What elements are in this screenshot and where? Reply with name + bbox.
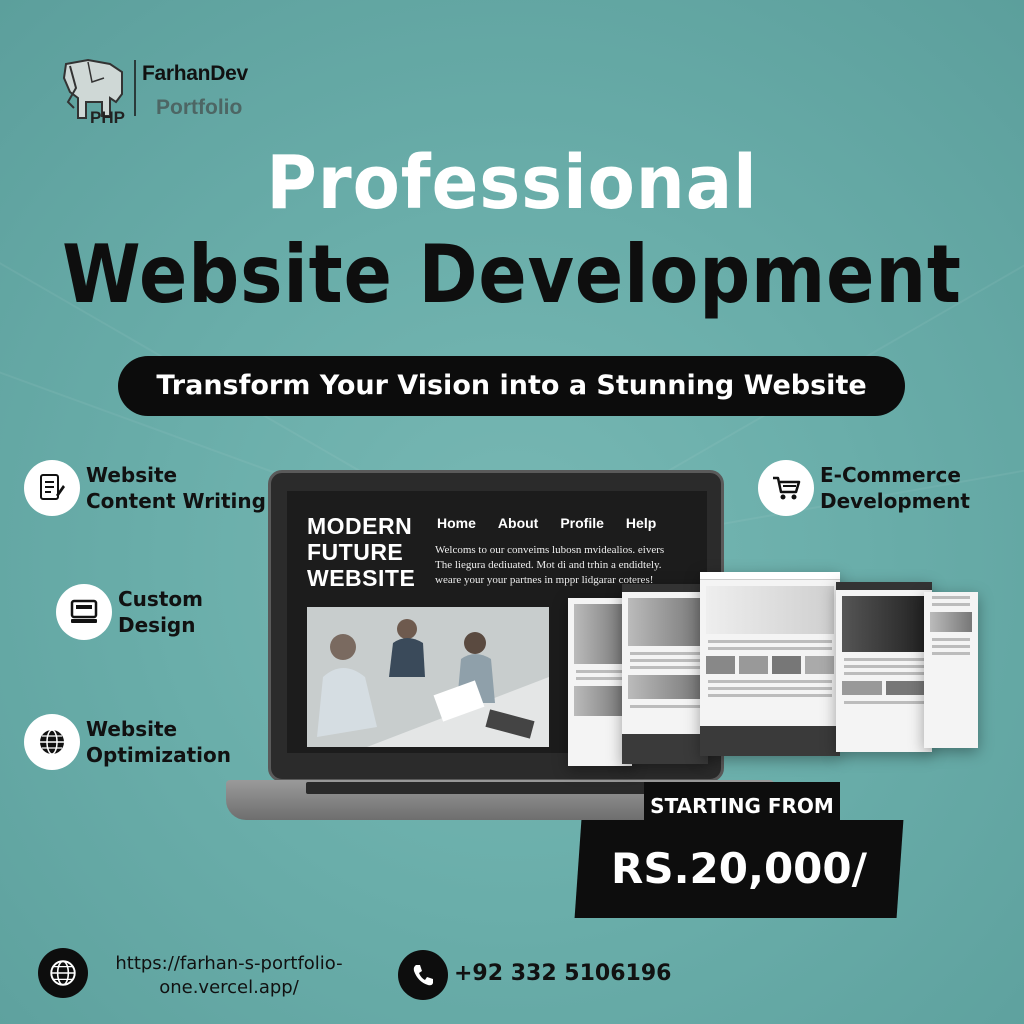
- brand-name: FarhanDev: [142, 62, 248, 85]
- monitor-icon: [70, 599, 98, 623]
- website-page-card: [700, 572, 840, 756]
- service-icon-circle: [24, 460, 80, 516]
- website-link-circle[interactable]: [38, 948, 88, 998]
- mockup-desc-line: The liegura dediuated. Mot di and trhin …: [435, 559, 662, 571]
- mockup-site-title: MODERN FUTURE WEBSITE: [307, 513, 415, 591]
- brand-subtitle: Portfolio: [156, 96, 243, 119]
- mockup-title-line: FUTURE: [307, 539, 404, 565]
- mockup-nav-about: About: [497, 515, 539, 531]
- mockup-title-line: MODERN: [307, 513, 413, 539]
- website-page-card: [622, 584, 708, 764]
- laptop-keyboard: [306, 782, 686, 794]
- headline-line2: Website Development: [62, 228, 962, 321]
- price-value-box: RS.20,000/: [574, 820, 904, 918]
- website-url-line: one.vercel.app/: [159, 977, 299, 998]
- service-label-line1: Website: [86, 463, 178, 487]
- service-content-writing: Website Content Writing: [24, 460, 266, 516]
- service-label-line1: Custom: [118, 587, 203, 611]
- mockup-meeting-photo: [307, 607, 549, 747]
- tagline-pill: Transform Your Vision into a Stunning We…: [118, 356, 905, 416]
- mockup-description: Welcoms to our conveims lubosn mvidealio…: [435, 543, 705, 588]
- phone-number[interactable]: +92 332 5106196: [454, 961, 671, 986]
- mockup-title-line: WEBSITE: [307, 565, 416, 591]
- service-label-line2: Content Writing: [86, 489, 266, 513]
- mockup-nav-profile: Profile: [560, 515, 604, 531]
- cart-icon: [773, 476, 801, 500]
- service-label-line2: Optimization: [86, 743, 231, 767]
- globe-icon: [40, 729, 64, 755]
- phone-circle[interactable]: [398, 950, 448, 1000]
- globe-icon: [50, 960, 76, 986]
- mockup-desc-line: Welcoms to our conveims lubosn mvidealio…: [435, 544, 665, 556]
- service-custom-design: Custom Design: [56, 584, 203, 640]
- php-label: PHP: [90, 108, 125, 127]
- mockup-nav: Home About Profile Help: [437, 515, 656, 531]
- service-ecommerce: E-Commerce Development: [758, 460, 970, 516]
- mockup-nav-home: Home: [437, 515, 476, 531]
- website-page-card: [836, 582, 932, 752]
- service-label-line1: Website: [86, 717, 178, 741]
- logo-divider: [134, 60, 136, 116]
- service-label-line2: Development: [820, 489, 970, 513]
- service-label-line1: E-Commerce: [820, 463, 961, 487]
- service-icon-circle: [56, 584, 112, 640]
- service-icon-circle: [758, 460, 814, 516]
- phone-icon: [413, 965, 433, 986]
- website-url[interactable]: https://farhan-s-portfolio- one.vercel.a…: [106, 952, 352, 1000]
- service-icon-circle: [24, 714, 80, 770]
- service-label-line2: Design: [118, 613, 196, 637]
- price-value: RS.20,000/: [611, 844, 867, 893]
- website-url-line: https://farhan-s-portfolio-: [115, 953, 343, 974]
- website-page-card: [924, 592, 978, 748]
- service-optimization: Website Optimization: [24, 714, 231, 770]
- mockup-nav-help: Help: [625, 515, 657, 531]
- headline-line1: Professional: [266, 140, 758, 226]
- document-pen-icon: [40, 474, 65, 500]
